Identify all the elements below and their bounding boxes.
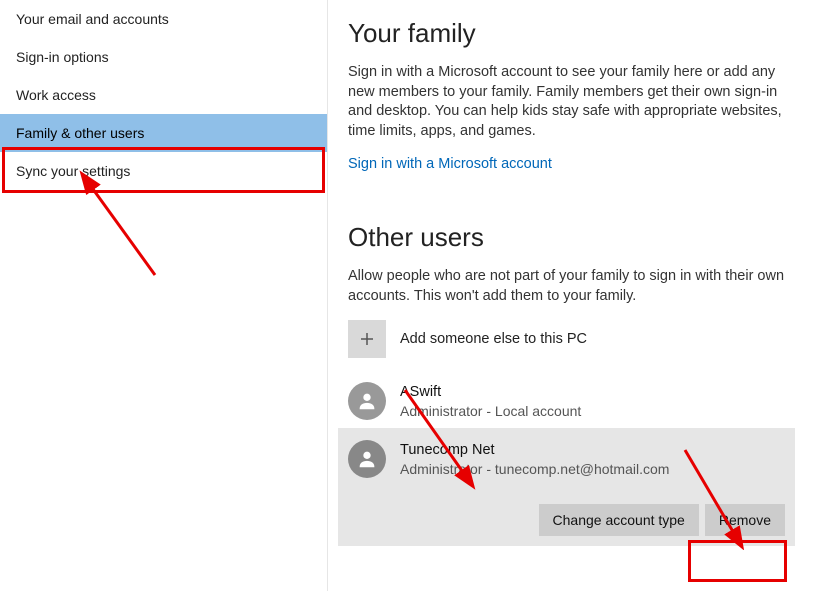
plus-icon <box>348 320 386 358</box>
sign-in-microsoft-link[interactable]: Sign in with a Microsoft account <box>348 156 552 172</box>
other-users-heading: Other users <box>348 222 791 253</box>
user-name: ASwift <box>400 383 581 402</box>
change-account-type-button[interactable]: Change account type <box>539 504 699 536</box>
sidebar-item-email-accounts[interactable]: Your email and accounts <box>0 0 327 38</box>
user-row[interactable]: Tunecomp Net Administrator - tunecomp.ne… <box>348 436 785 482</box>
user-info: ASwift Administrator - Local account <box>400 383 581 420</box>
sidebar-item-sync-settings[interactable]: Sync your settings <box>0 152 327 190</box>
user-subtitle: Administrator - Local account <box>400 402 581 420</box>
user-row[interactable]: ASwift Administrator - Local account <box>348 374 791 428</box>
sidebar-item-signin-options[interactable]: Sign-in options <box>0 38 327 76</box>
remove-user-button[interactable]: Remove <box>705 504 785 536</box>
user-subtitle: Administrator - tunecomp.net@hotmail.com <box>400 460 669 478</box>
user-name: Tunecomp Net <box>400 441 669 460</box>
your-family-heading: Your family <box>348 18 791 49</box>
avatar-icon <box>348 382 386 420</box>
settings-sidebar: Your email and accounts Sign-in options … <box>0 0 328 591</box>
avatar-icon <box>348 440 386 478</box>
sidebar-item-family-other-users[interactable]: Family & other users <box>0 114 327 152</box>
main-content: Your family Sign in with a Microsoft acc… <box>328 0 817 591</box>
user-action-buttons: Change account type Remove <box>348 504 785 536</box>
user-info: Tunecomp Net Administrator - tunecomp.ne… <box>400 441 669 478</box>
add-user-button[interactable]: Add someone else to this PC <box>348 320 791 358</box>
your-family-description: Sign in with a Microsoft account to see … <box>348 63 788 141</box>
add-user-label: Add someone else to this PC <box>400 331 587 347</box>
selected-user-block: Tunecomp Net Administrator - tunecomp.ne… <box>338 428 795 546</box>
other-users-description: Allow people who are not part of your fa… <box>348 267 788 306</box>
sidebar-item-work-access[interactable]: Work access <box>0 76 327 114</box>
